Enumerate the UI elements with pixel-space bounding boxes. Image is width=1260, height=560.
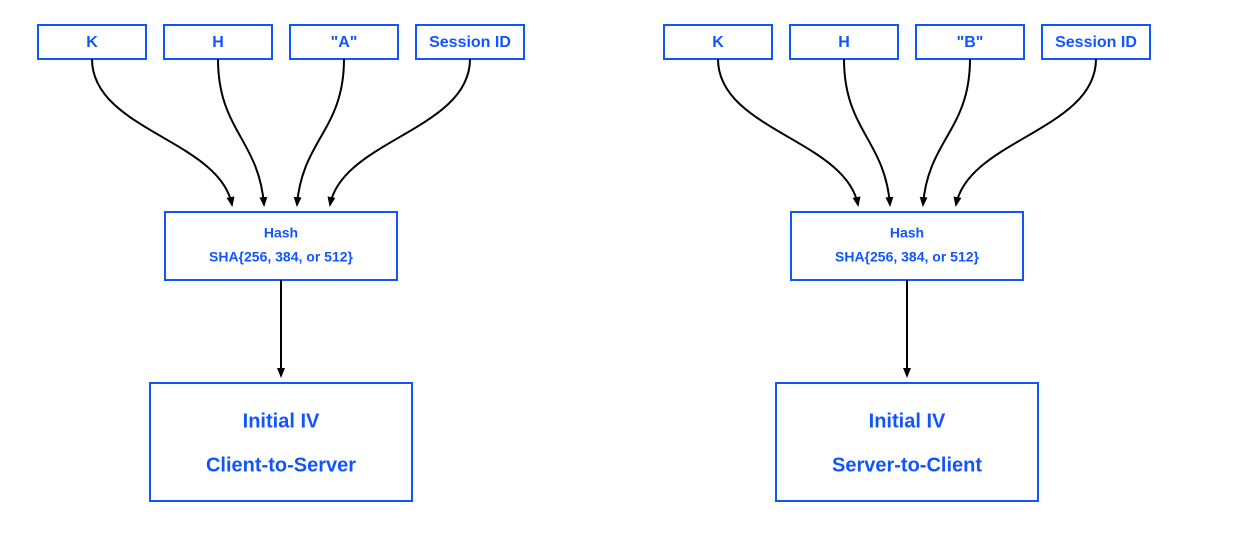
input-label-b: "B" — [957, 34, 984, 51]
input-box-k: K — [38, 25, 146, 59]
arrow-h-to-hash — [218, 59, 264, 205]
input-label-a: "A" — [331, 34, 358, 51]
input-box-h: H — [790, 25, 898, 59]
arrow-a-to-hash — [297, 59, 344, 205]
hash-box: Hash SHA{256, 384, or 512} — [165, 212, 397, 280]
arrow-k-to-hash — [92, 59, 232, 205]
right-diagram: K H "B" Session ID Hash SHA{256, 384, or… — [664, 25, 1150, 501]
hash-detail: SHA{256, 384, or 512} — [835, 249, 980, 265]
input-label-h: H — [838, 34, 850, 51]
output-detail: Server-to-Client — [832, 454, 982, 476]
output-box: Initial IV Server-to-Client — [776, 383, 1038, 501]
left-diagram: K H "A" Session ID Hash SHA{256, 384, or… — [38, 25, 524, 501]
output-box: Initial IV Client-to-Server — [150, 383, 412, 501]
input-box-k: K — [664, 25, 772, 59]
arrow-session-to-hash — [330, 59, 470, 205]
input-box-b: "B" — [916, 25, 1024, 59]
arrow-k-to-hash — [718, 59, 858, 205]
hash-title: Hash — [264, 225, 298, 241]
input-label-h: H — [212, 34, 224, 51]
input-label-session-id: Session ID — [429, 34, 511, 51]
arrow-h-to-hash — [844, 59, 890, 205]
input-box-session-id: Session ID — [1042, 25, 1150, 59]
output-title: Initial IV — [869, 410, 946, 432]
input-box-a: "A" — [290, 25, 398, 59]
hash-box: Hash SHA{256, 384, or 512} — [791, 212, 1023, 280]
arrow-session-to-hash — [956, 59, 1096, 205]
output-title: Initial IV — [243, 410, 320, 432]
input-label-session-id: Session ID — [1055, 34, 1137, 51]
input-label-k: K — [712, 34, 724, 51]
input-box-session-id: Session ID — [416, 25, 524, 59]
arrow-b-to-hash — [923, 59, 970, 205]
input-box-h: H — [164, 25, 272, 59]
output-detail: Client-to-Server — [206, 454, 356, 476]
input-label-k: K — [86, 34, 98, 51]
hash-detail: SHA{256, 384, or 512} — [209, 249, 354, 265]
hash-title: Hash — [890, 225, 924, 241]
